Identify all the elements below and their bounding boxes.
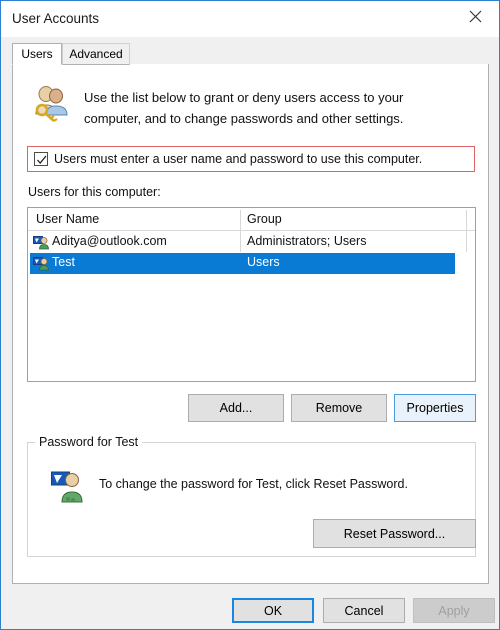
- intro-text: Use the list below to grant or deny user…: [84, 90, 404, 126]
- cancel-button[interactable]: Cancel: [323, 598, 405, 623]
- title-bar: User Accounts: [1, 1, 499, 37]
- row-user-name: Test: [52, 255, 75, 269]
- reset-password-button[interactable]: Reset Password...: [313, 519, 476, 548]
- user-account-icon: [33, 235, 49, 250]
- user-accounts-dialog: User Accounts Users Advanced Use the lis…: [0, 0, 500, 630]
- user-list[interactable]: User Name Group Aditya@outlook.com Admin…: [27, 207, 476, 382]
- password-group-label: Password for Test: [35, 435, 143, 449]
- ok-button[interactable]: OK: [232, 598, 314, 623]
- column-header-user-name[interactable]: User Name: [36, 212, 99, 226]
- window-title: User Accounts: [12, 11, 100, 26]
- require-password-checkbox[interactable]: [34, 152, 48, 166]
- apply-button: Apply: [413, 598, 495, 623]
- row-user-name: Aditya@outlook.com: [52, 234, 167, 248]
- tab-strip: Users Advanced: [12, 43, 489, 65]
- row-selection-highlight: [30, 253, 455, 274]
- remove-button[interactable]: Remove: [291, 394, 387, 422]
- add-button[interactable]: Add...: [188, 394, 284, 422]
- column-header-group[interactable]: Group: [247, 212, 282, 226]
- require-password-label[interactable]: Users must enter a user name and passwor…: [54, 151, 422, 168]
- password-instruction-text: To change the password for Test, click R…: [99, 477, 408, 491]
- table-row[interactable]: Aditya@outlook.com Administrators; Users: [28, 232, 475, 253]
- users-key-icon: [32, 84, 70, 122]
- row-group: Administrators; Users: [247, 234, 367, 248]
- row-group: Users: [247, 255, 280, 269]
- user-list-caption: Users for this computer:: [28, 185, 161, 199]
- properties-button[interactable]: Properties: [394, 394, 476, 422]
- user-list-header: User Name Group: [28, 208, 475, 231]
- user-password-icon: [51, 469, 83, 503]
- users-tab-panel: Use the list below to grant or deny user…: [12, 64, 489, 584]
- tab-users[interactable]: Users: [12, 43, 62, 65]
- table-row[interactable]: Test Users: [28, 253, 475, 274]
- require-password-highlight: Users must enter a user name and passwor…: [27, 146, 475, 172]
- user-account-icon: [33, 256, 49, 271]
- close-button[interactable]: [453, 1, 499, 31]
- tab-advanced[interactable]: Advanced: [62, 43, 130, 65]
